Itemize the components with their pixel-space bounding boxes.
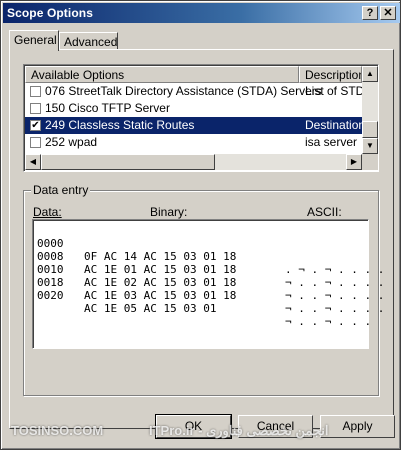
- data-row: 0000 0F AC 14 AC 15 03 01 18 . ¬ . ¬ . .…: [37, 224, 384, 276]
- tab-advanced[interactable]: Advanced: [59, 32, 118, 50]
- option-checkbox[interactable]: [30, 137, 41, 148]
- arrow-up-icon: ▲: [366, 69, 374, 78]
- data-row-hex[interactable]: AC 1E 01 AC 15 03 01 18: [84, 263, 236, 276]
- scroll-right-button[interactable]: ▶: [346, 154, 362, 170]
- checkmark-icon: ✔: [31, 120, 40, 131]
- column-header-description[interactable]: Description: [299, 66, 362, 83]
- data-row-ascii[interactable]: ¬ . . ¬ . . . .: [285, 302, 384, 315]
- option-description: List of STDA: [305, 84, 362, 98]
- data-row-offset: 0020: [37, 289, 64, 302]
- option-checkbox[interactable]: [30, 103, 41, 114]
- vertical-scroll-thumb[interactable]: [362, 121, 378, 138]
- scroll-up-button[interactable]: ▲: [362, 66, 378, 82]
- column-header-available-options[interactable]: Available Options: [25, 66, 299, 83]
- title-bar[interactable]: Scope Options ? ✕: [3, 3, 400, 23]
- close-button[interactable]: ✕: [380, 6, 396, 20]
- window-title: Scope Options: [7, 6, 93, 20]
- list-item-option-076[interactable]: 076 StreetTalk Directory Assistance (STD…: [25, 83, 362, 100]
- data-entry-editor[interactable]: 0000 0F AC 14 AC 15 03 01 18 . ¬ . ¬ . .…: [32, 219, 384, 349]
- list-item-option-249[interactable]: ✔ 249 Classless Static Routes Destinatio…: [25, 117, 362, 134]
- watermark-left: TOSINSO.COM: [11, 423, 104, 438]
- vertical-scrollbar[interactable]: ▲ ▼: [362, 66, 378, 154]
- ascii-label: ASCII:: [307, 205, 342, 219]
- option-description: isa server: [305, 135, 358, 149]
- arrow-down-icon: ▼: [366, 141, 374, 150]
- data-row-hex[interactable]: 0F AC 14 AC 15 03 01 18: [84, 250, 236, 263]
- tab-general[interactable]: General: [9, 30, 59, 51]
- data-row: 0008 AC 1E 01 AC 15 03 01 18 ¬ . . ¬ . .…: [37, 237, 384, 289]
- list-item-option-252[interactable]: 252 wpad isa server: [25, 134, 362, 151]
- scope-options-dialog: Scope Options ? ✕ General Advanced Avail…: [0, 0, 401, 450]
- data-row: 0010 AC 1E 02 AC 15 03 01 18 ¬ . . ¬ . .…: [37, 250, 384, 302]
- data-row-hex[interactable]: AC 1E 05 AC 15 03 01: [84, 302, 216, 315]
- binary-label: Binary:: [150, 205, 188, 219]
- apply-button[interactable]: Apply: [320, 415, 395, 438]
- option-name: 249 Classless Static Routes: [45, 118, 195, 132]
- arrow-left-icon: ◀: [29, 157, 37, 166]
- list-item-option-150[interactable]: 150 Cisco TFTP Server: [25, 100, 362, 117]
- scroll-left-button[interactable]: ◀: [25, 154, 41, 170]
- option-name: 252 wpad: [45, 135, 98, 149]
- data-row-ascii[interactable]: . ¬ . ¬ . . . .: [285, 263, 384, 276]
- scroll-down-button[interactable]: ▼: [362, 138, 378, 154]
- data-row-ascii[interactable]: ¬ . . ¬ . . . .: [285, 276, 384, 289]
- help-button[interactable]: ?: [362, 6, 378, 20]
- watermark-right: ITPro.ir - انجمن تخصصی فناوری: [149, 423, 329, 438]
- data-row: 0018 AC 1E 03 AC 15 03 01 18 ¬ . . ¬ . .…: [37, 263, 384, 315]
- data-row: 0020 AC 1E 05 AC 15 03 01 ¬ . . ¬ . . .: [37, 276, 371, 328]
- available-options-list[interactable]: Available Options Description 076 Street…: [23, 64, 379, 172]
- arrow-right-icon: ▶: [350, 157, 358, 166]
- data-row-ascii[interactable]: ¬ . . ¬ . . . .: [285, 289, 384, 302]
- data-row-hex[interactable]: AC 1E 03 AC 15 03 01 18: [84, 289, 236, 302]
- horizontal-scrollbar[interactable]: ◀ ▶: [25, 154, 362, 170]
- data-row-hex[interactable]: AC 1E 02 AC 15 03 01 18: [84, 276, 236, 289]
- data-label: Data:: [33, 205, 62, 219]
- horizontal-scroll-thumb[interactable]: [41, 154, 215, 170]
- option-description: Destination,: [305, 118, 362, 132]
- option-checkbox[interactable]: [30, 86, 41, 97]
- data-row-ascii[interactable]: ¬ . . ¬ . . .: [285, 315, 371, 328]
- option-checkbox-checked[interactable]: ✔: [30, 120, 41, 131]
- option-name: 150 Cisco TFTP Server: [45, 101, 170, 115]
- data-entry-group-label: Data entry: [31, 183, 91, 197]
- option-name: 076 StreetTalk Directory Assistance (STD…: [45, 84, 322, 98]
- scrollbar-corner: [362, 154, 378, 170]
